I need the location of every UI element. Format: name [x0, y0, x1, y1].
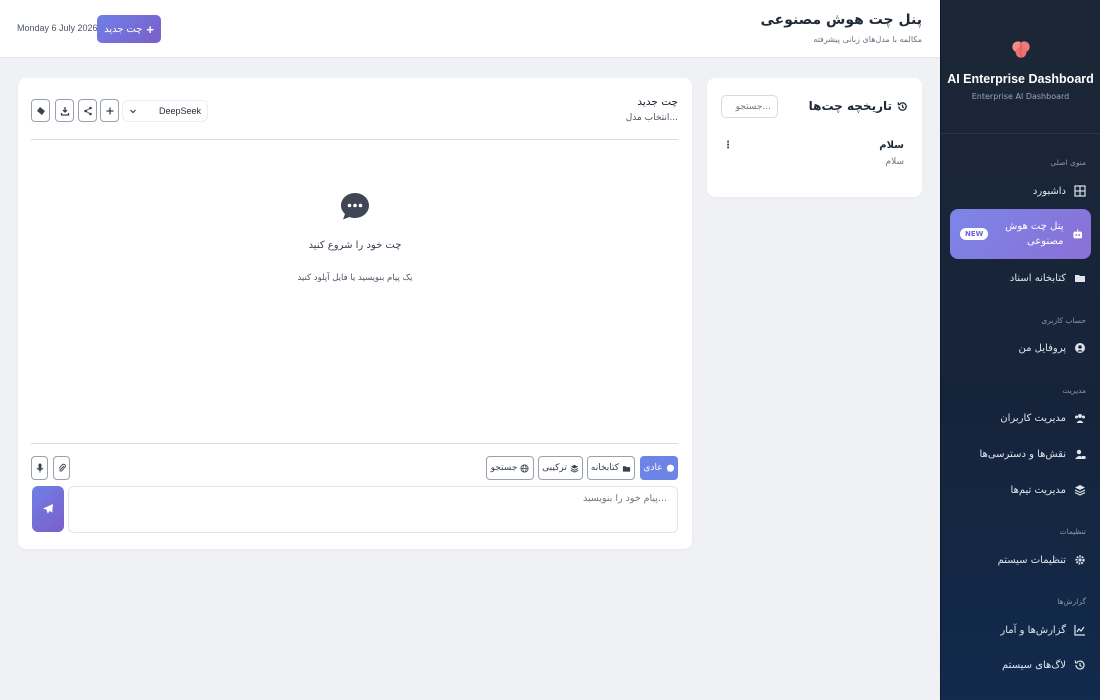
brand-title: AI Enterprise Dashboard — [947, 72, 1094, 86]
gear-icon — [1075, 555, 1085, 565]
sidebar-item-users[interactable]: مدیریت کاربران — [950, 403, 1090, 433]
sidebar-item-teams[interactable]: مدیریت تیم‌ها — [950, 475, 1090, 505]
send-button[interactable] — [32, 486, 64, 532]
chat-bubble-icon — [341, 193, 369, 220]
sidebar-item-label: داشبورد — [1032, 185, 1066, 197]
paperclip-icon — [58, 463, 66, 472]
send-icon — [43, 504, 53, 514]
chart-line-icon — [1074, 625, 1085, 636]
new-chat-label: چت جدید — [104, 23, 143, 35]
mode-search-button[interactable]: جستجو — [486, 456, 534, 480]
sidebar-item-label: کتابخانه اسناد — [1009, 272, 1066, 284]
history-search-input[interactable] — [721, 95, 778, 118]
history-item-title[interactable]: سلام — [879, 140, 904, 151]
mode-hybrid-button[interactable]: ترکیبی — [538, 456, 583, 480]
sidebar-item-logs[interactable]: لاگ‌های سیستم — [950, 650, 1090, 680]
current-date: Monday 6 July 2026 — [17, 23, 98, 33]
header: پنل چت هوش مصنوعی مکالمه با مدل‌های زبان… — [0, 0, 940, 58]
new-badge: NEW — [960, 228, 989, 240]
section-settings: تنظیمات — [1059, 527, 1086, 536]
user-circle-icon — [1075, 343, 1085, 353]
history-item-preview: سلام — [885, 157, 904, 167]
new-chat-button[interactable]: چت جدید + — [97, 15, 161, 43]
model-select-value: DeepSeek — [158, 106, 201, 116]
share-button[interactable] — [78, 99, 97, 122]
eraser-icon — [36, 106, 45, 115]
sidebar-item-label: مدیریت تیم‌ها — [1010, 484, 1066, 496]
plus-icon — [106, 107, 113, 114]
sidebar-item-system-settings[interactable]: تنظیمات سیستم — [950, 545, 1090, 575]
plus-icon: + — [146, 21, 154, 37]
history-icon — [1074, 660, 1085, 670]
model-select[interactable]: DeepSeek — [122, 100, 208, 122]
globe-icon — [520, 463, 529, 473]
model-hint: انتخاب مدل... — [625, 113, 678, 123]
mode-library-button[interactable]: کتابخانه — [587, 456, 635, 480]
chat-panel: چت جدید انتخاب مدل... DeepSeek چت خود را… — [18, 78, 692, 549]
download-button[interactable] — [55, 99, 74, 122]
section-main: منوی اصلی — [1050, 158, 1086, 167]
page-subtitle: مکالمه با مدل‌های زبانی پیشرفته — [813, 35, 922, 44]
page-title: پنل چت هوش مصنوعی — [760, 12, 923, 28]
chevron-down-icon — [130, 109, 136, 114]
folder-icon — [622, 465, 631, 472]
voice-button[interactable] — [31, 456, 48, 480]
input-divider — [31, 443, 678, 444]
add-button[interactable] — [100, 99, 119, 122]
mode-search-label: جستجو — [490, 463, 518, 473]
sidebar: AI Enterprise Dashboard Enterprise AI Da… — [940, 0, 1100, 700]
section-account: حساب کاربری — [1041, 316, 1086, 325]
folder-icon — [1075, 275, 1085, 282]
sidebar-item-label: تنظیمات سیستم — [997, 554, 1066, 566]
chat-title: چت جدید — [637, 96, 678, 108]
user-lock-icon — [1075, 449, 1086, 459]
sidebar-item-label: پنل چت هوش مصنوعی — [1005, 221, 1064, 247]
section-admin: مدیریت — [1062, 386, 1086, 395]
sidebar-item-roles[interactable]: نقش‌ها و دسترسی‌ها — [950, 439, 1090, 469]
mode-library-label: کتابخانه — [590, 463, 620, 473]
sidebar-item-reports[interactable]: گزارش‌ها و آمار — [950, 615, 1090, 645]
mode-hybrid-label: ترکیبی — [542, 463, 567, 473]
layers-icon — [570, 464, 579, 473]
sidebar-item-ai-chat[interactable]: پنل چت هوش مصنوعی NEW — [950, 209, 1091, 259]
history-title: تاریخچه چت‌ها — [809, 99, 908, 113]
clear-chat-button[interactable] — [31, 99, 50, 122]
download-icon — [60, 106, 69, 116]
grid-icon — [1074, 185, 1086, 197]
attach-button[interactable] — [53, 456, 70, 480]
microphone-icon — [36, 463, 43, 473]
empty-state-subtitle: یک پیام بنویسید یا فایل آپلود کنید — [297, 273, 413, 283]
sidebar-item-label: پروفایل من — [1018, 342, 1066, 354]
chat-history-panel: تاریخچه چت‌ها سلام سلام ⋮ — [707, 78, 922, 197]
brand: AI Enterprise Dashboard Enterprise AI Da… — [941, 0, 1100, 134]
users-icon — [1075, 414, 1085, 423]
mode-normal-button[interactable]: عادی — [640, 456, 678, 480]
sidebar-item-library[interactable]: کتابخانه اسناد — [950, 263, 1090, 293]
sidebar-item-profile[interactable]: پروفایل من — [950, 333, 1090, 363]
sidebar-item-label: گزارش‌ها و آمار — [1000, 624, 1066, 636]
comment-icon — [666, 464, 674, 472]
brand-subtitle: Enterprise AI Dashboard — [971, 92, 1070, 101]
history-icon — [897, 101, 907, 111]
share-icon — [83, 106, 92, 115]
history-title-text: تاریخچه چت‌ها — [808, 99, 892, 113]
empty-state-title: چت خود را شروع کنید — [308, 240, 402, 251]
robot-icon — [1072, 229, 1082, 239]
message-input[interactable] — [68, 486, 678, 533]
sidebar-item-label: لاگ‌های سیستم — [1002, 659, 1066, 671]
layers-icon — [1074, 485, 1086, 496]
sidebar-item-label: مدیریت کاربران — [1000, 412, 1066, 424]
more-options-icon[interactable]: ⋮ — [723, 140, 733, 151]
mode-normal-label: عادی — [643, 463, 663, 473]
header-divider — [31, 139, 678, 140]
sidebar-item-label: نقش‌ها و دسترسی‌ها — [979, 448, 1067, 460]
brain-icon — [1011, 41, 1030, 58]
section-reports: گزارش‌ها — [1057, 597, 1086, 606]
sidebar-item-dashboard[interactable]: داشبورد — [950, 176, 1090, 206]
